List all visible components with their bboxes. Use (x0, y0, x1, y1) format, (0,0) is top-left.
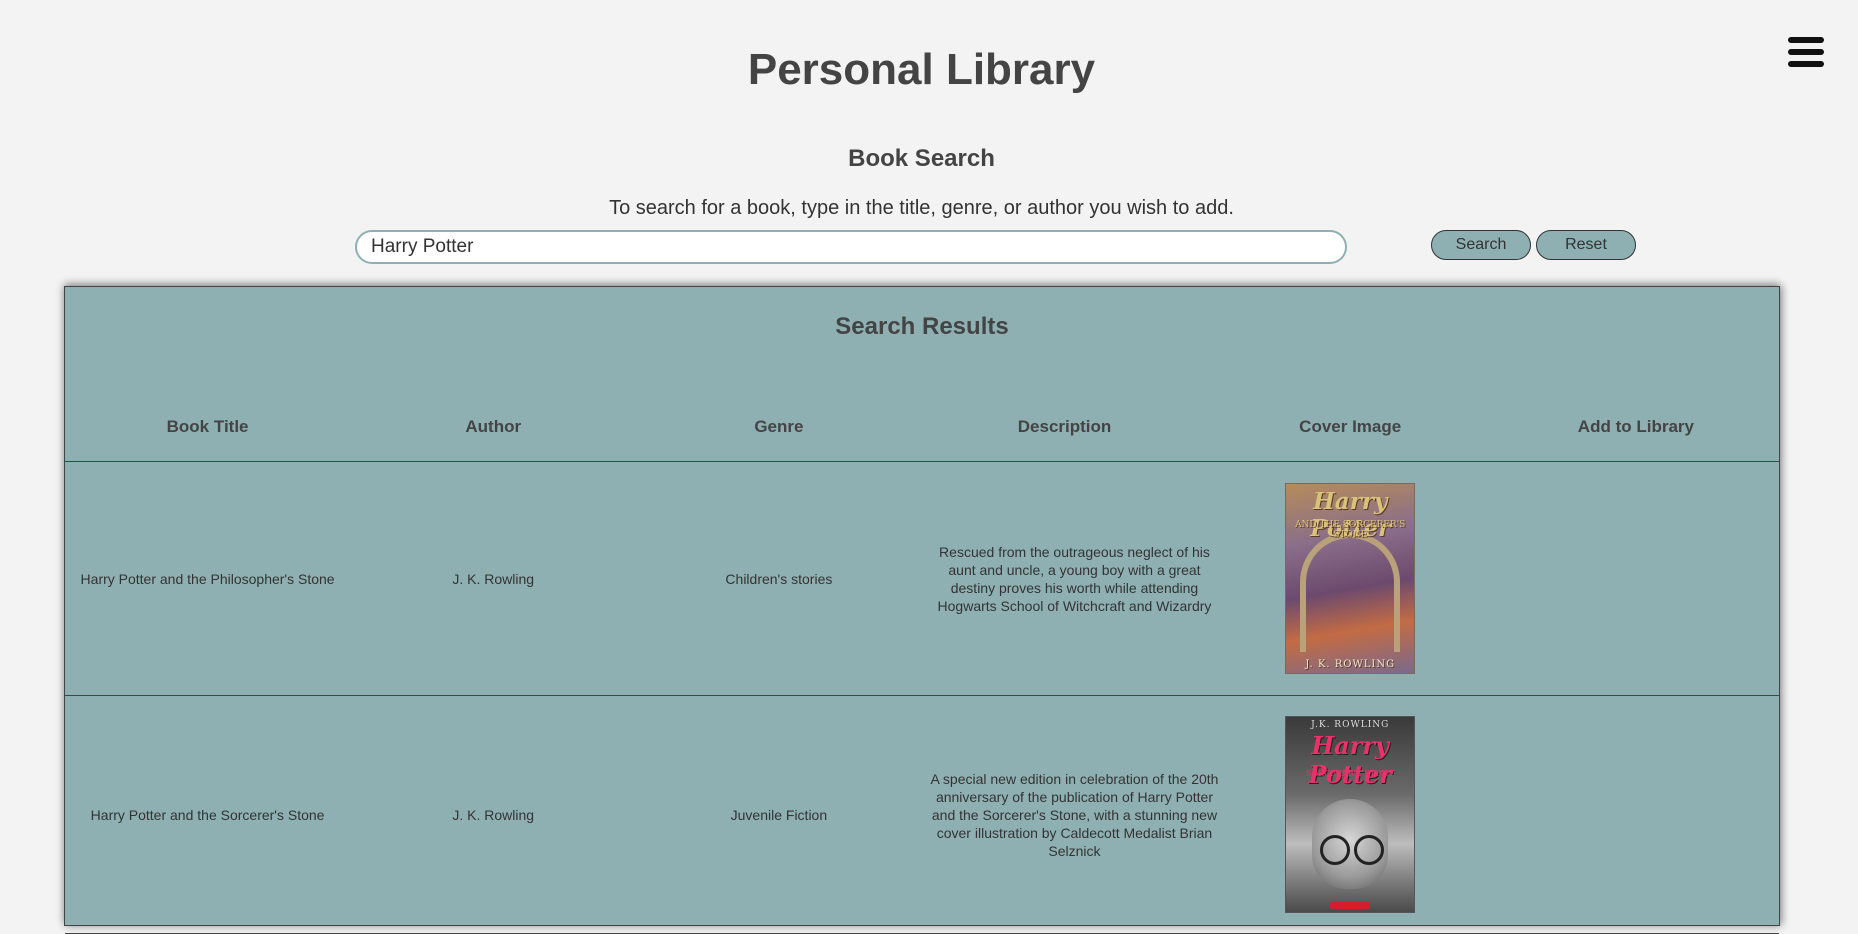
genre-cell: Juvenile Fiction (636, 695, 922, 934)
cover-title-text: Harry Potter (1308, 731, 1392, 789)
cover-arch-illustration (1300, 532, 1401, 652)
reset-button[interactable]: Reset (1536, 230, 1636, 260)
description-text: Rescued from the outrageous neglect of h… (937, 543, 1212, 614)
add-to-library-cell[interactable] (1492, 461, 1779, 696)
cover-glasses-illustration (1320, 835, 1351, 865)
table-row: Harry Potter and the Philosopher's Stone… (65, 461, 1779, 696)
search-input[interactable] (355, 230, 1347, 264)
search-results-panel: Book Title Author Genre Description Cove… (64, 286, 1780, 934)
publisher-badge (1330, 902, 1371, 909)
description-text: A special new edition in celebration of … (930, 770, 1219, 859)
description-cell: A special new edition in celebration of … (921, 695, 1218, 934)
cover-author-text: J.K. ROWLING (1311, 720, 1390, 730)
cover-subtitle-text: SORCERER'S STONE (1306, 769, 1395, 778)
cover-image-cell: J.K. ROWLING Harry Potter SORCERER'S STO… (1207, 695, 1493, 934)
search-button[interactable]: Search (1431, 230, 1531, 260)
cover-glasses-illustration (1354, 835, 1385, 865)
author-cell: J. K. Rowling (350, 461, 637, 696)
page-title: Personal Library (747, 45, 1096, 94)
description-cell: Rescued from the outrageous neglect of h… (921, 461, 1211, 696)
genre-cell: Children's stories (636, 461, 922, 696)
add-to-library-cell[interactable] (1492, 695, 1779, 934)
cover-author-text: J. K. ROWLING (1305, 659, 1396, 670)
author-cell: J. K. Rowling (350, 695, 637, 934)
results-table: Book Title Author Genre Description Cove… (65, 287, 1779, 934)
search-results-title: Search Results (835, 313, 1009, 340)
book-title-cell: Harry Potter and the Sorcerer's Stone (65, 695, 351, 934)
book-cover-image: Harry Potter AND THE SORCERER'S STONE J.… (1285, 483, 1416, 674)
table-row: Harry Potter and the Sorcerer's Stone J.… (65, 695, 1779, 934)
cover-subtitle-text: AND THE SORCERER'S STONE (1295, 520, 1406, 540)
search-instructions: To search for a book, type in the title,… (609, 197, 1234, 219)
book-title-cell: Harry Potter and the Philosopher's Stone (65, 461, 351, 696)
book-search-heading: Book Search (848, 145, 995, 172)
book-cover-image: J.K. ROWLING Harry Potter SORCERER'S STO… (1285, 716, 1416, 913)
cover-image-cell: Harry Potter AND THE SORCERER'S STONE J.… (1207, 461, 1493, 696)
